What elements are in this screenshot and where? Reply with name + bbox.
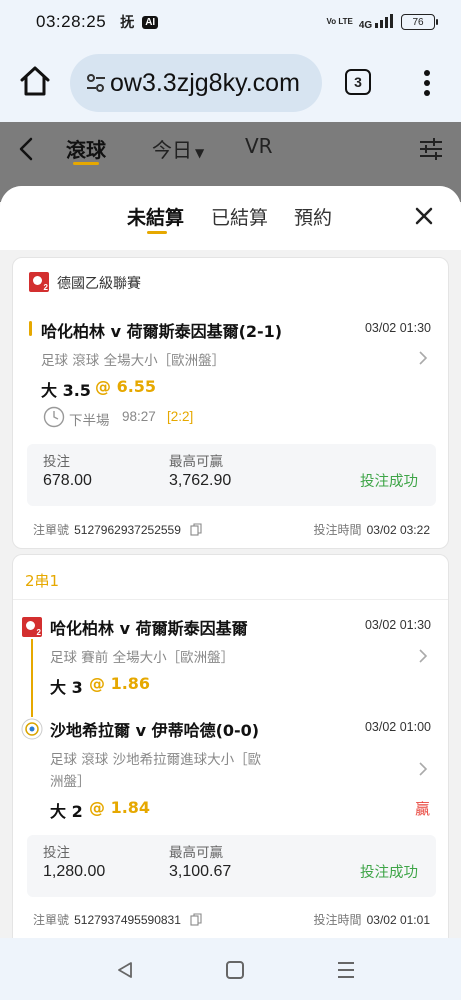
home-icon[interactable]	[18, 64, 52, 98]
chevron-right-icon[interactable]	[418, 648, 428, 664]
parlay-label: 2串1	[25, 572, 60, 590]
match-time: 03/02 01:30	[364, 321, 431, 335]
ai-badge-icon: AI	[142, 15, 159, 29]
caret-down-icon: ▼	[195, 146, 205, 160]
tab-today-label: 今日	[152, 138, 192, 162]
leg2-pick: 大 2	[50, 802, 83, 821]
notification-app-icon: 抚	[120, 15, 135, 31]
tab-reserved[interactable]: 預約	[294, 203, 332, 230]
nav-home-icon[interactable]	[226, 961, 244, 979]
volte-icon: Vo LTE	[326, 17, 353, 26]
league-name: 德國乙級聯賽	[57, 276, 141, 292]
leg2-odds: @ 1.84	[89, 798, 151, 817]
bet-status: 投注成功	[360, 865, 418, 881]
max-win-label: 最高可贏	[169, 454, 223, 470]
nav-back-icon[interactable]	[115, 960, 135, 980]
leg1-match: 哈化柏林 v 荷爾斯泰因基爾	[50, 619, 248, 638]
leg1-market: 足球 賽前 全場大小［歐洲盤］	[50, 650, 235, 666]
stake-value: 1,280.00	[43, 863, 106, 880]
tab-switcher-button[interactable]: 3	[345, 69, 371, 95]
league-logo-icon	[29, 272, 49, 292]
clock-icon	[43, 406, 65, 428]
signal-bars-icon	[375, 13, 393, 28]
tab-live[interactable]: 滾球	[66, 134, 106, 163]
tab-unsettled[interactable]: 未結算	[127, 203, 184, 230]
tab-vr[interactable]: VR	[245, 134, 273, 158]
chevron-right-icon[interactable]	[418, 761, 428, 777]
bet-time-label: 投注時間	[313, 523, 362, 537]
leg-connector	[31, 639, 33, 717]
bet-time: 投注時間 03/02 03:22	[313, 519, 430, 538]
browser-toolbar: ow3.3zjg8ky.com 3	[0, 44, 461, 122]
leg2-match: 沙地希拉爾 v 伊蒂哈德(0-0)	[50, 721, 260, 740]
max-win-label: 最高可贏	[169, 845, 223, 861]
battery-icon: 76	[401, 14, 438, 30]
leg2-market-line1: 足球 滾球 沙地希拉爾進球大小［歐	[50, 752, 262, 768]
order-label: 注單號	[33, 523, 70, 537]
order-number: 注單號 5127937495590831	[33, 909, 202, 928]
stake-label: 投注	[43, 454, 70, 470]
amount-box: 投注 678.00 最高可贏 3,762.90 投注成功	[27, 444, 436, 506]
bet-records-sheet: 未結算 已結算 預約 德國乙級聯賽 哈化柏林 v 荷爾斯泰因基爾(2-1) 03…	[0, 186, 461, 938]
divider	[13, 599, 448, 600]
leg1-pick: 大 3	[50, 678, 83, 697]
order-number: 注單號 5127962937252559	[33, 519, 202, 538]
sheet-header: 未結算 已結算 預約	[0, 186, 461, 250]
match-clock: 98:27	[122, 409, 156, 424]
signal-icon: 4G	[358, 13, 395, 31]
copy-icon[interactable]	[190, 913, 202, 926]
bet-status: 投注成功	[360, 474, 418, 490]
network-type-label: 4G	[358, 19, 373, 31]
copy-icon[interactable]	[190, 523, 202, 536]
live-indicator	[29, 321, 32, 336]
tab-today[interactable]: 今日 ▼	[152, 134, 204, 163]
bet-pick: 大 3.5	[41, 381, 91, 400]
bet-card-parlay[interactable]: 2串1 哈化柏林 v 荷爾斯泰因基爾 03/02 01:30 足球 賽前 全場大…	[12, 554, 449, 938]
chevron-right-icon[interactable]	[418, 350, 428, 366]
max-win-value: 3,100.67	[169, 863, 232, 880]
filter-settings-icon[interactable]	[418, 136, 444, 162]
back-arrow-icon[interactable]	[16, 136, 38, 162]
stake-label: 投注	[43, 845, 70, 861]
team-badge-icon	[21, 718, 43, 740]
site-settings-icon[interactable]	[84, 71, 108, 95]
more-menu-icon[interactable]	[418, 68, 436, 98]
leg1-time: 03/02 01:30	[364, 618, 431, 632]
match-title: 哈化柏林 v 荷爾斯泰因基爾(2-1)	[41, 322, 283, 341]
bet-time: 投注時間 03/02 01:01	[313, 909, 430, 928]
league-logo-icon	[22, 617, 42, 637]
bet-time-value: 03/02 03:22	[366, 523, 430, 537]
bet-odds: @ 6.55	[95, 377, 157, 396]
tab-settled[interactable]: 已結算	[211, 203, 268, 230]
order-value: 5127937495590831	[74, 913, 181, 927]
match-score: [2:2]	[167, 409, 194, 424]
close-icon[interactable]	[414, 206, 434, 226]
max-win-value: 3,762.90	[169, 472, 232, 489]
nav-recents-icon[interactable]	[336, 961, 356, 979]
leg2-market-line2: 洲盤］	[50, 774, 91, 790]
address-bar[interactable]: ow3.3zjg8ky.com	[70, 54, 322, 112]
leg2-time: 03/02 01:00	[364, 720, 431, 734]
status-bar: 03:28:25 抚 AI Vo LTE 4G 76	[0, 0, 461, 44]
order-label: 注單號	[33, 913, 70, 927]
system-nav-bar	[0, 938, 461, 1000]
bet-market: 足球 滾球 全場大小［歐洲盤］	[41, 353, 226, 369]
bet-time-value: 03/02 01:01	[366, 913, 430, 927]
url-text: ow3.3zjg8ky.com	[110, 68, 300, 97]
tab-unsettled-underline	[147, 231, 167, 234]
stake-value: 678.00	[43, 472, 92, 489]
bet-time-label: 投注時間	[313, 913, 362, 927]
order-value: 5127962937252559	[74, 523, 181, 537]
match-period: 下半場	[69, 413, 110, 429]
leg1-odds: @ 1.86	[89, 674, 151, 693]
bet-card-single[interactable]: 德國乙級聯賽 哈化柏林 v 荷爾斯泰因基爾(2-1) 03/02 01:30 足…	[12, 257, 449, 549]
status-time: 03:28:25	[36, 12, 107, 31]
amount-box: 投注 1,280.00 最高可贏 3,100.67 投注成功	[27, 835, 436, 897]
tab-live-underline	[73, 162, 99, 165]
leg2-result: 贏	[414, 800, 430, 818]
